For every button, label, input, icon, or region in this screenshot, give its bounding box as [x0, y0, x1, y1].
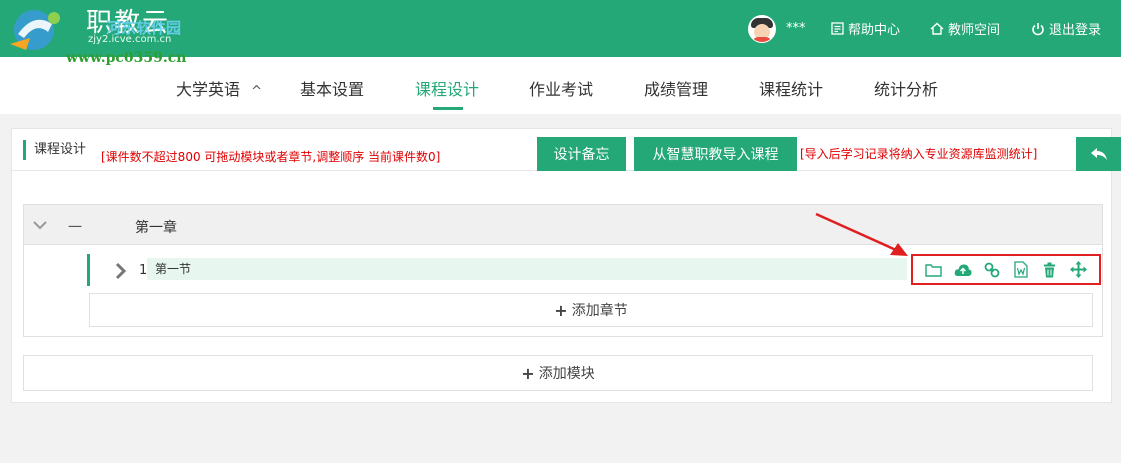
- tab-course-statistics[interactable]: 课程统计: [759, 76, 823, 100]
- user-name: ***: [786, 21, 806, 36]
- import-note: [导入后学习记录将纳入专业资源库监测统计]: [800, 147, 1038, 161]
- back-button[interactable]: [1076, 137, 1121, 171]
- cloud-upload-icon[interactable]: [954, 261, 972, 279]
- chevron-right-icon[interactable]: [115, 262, 127, 280]
- tab-basic-settings[interactable]: 基本设置: [300, 76, 364, 100]
- logo[interactable]: 职教云 zjy2.icve.com.cn 河东软件园: [0, 0, 240, 57]
- add-chapter-label: 添加章节: [571, 303, 628, 319]
- teacher-space-label: 教师空间: [948, 23, 1001, 38]
- section-row[interactable]: 1 第一节: [87, 254, 1102, 286]
- module-number: 一: [68, 220, 82, 236]
- section-title[interactable]: 第一节: [147, 258, 907, 280]
- active-tab-indicator: [433, 107, 463, 110]
- logout-label: 退出登录: [1049, 23, 1102, 38]
- panel-header: 课程设计 [课件数不超过800 可拖动模块或者章节,调整顺序 当前课件数0] 设…: [12, 129, 1121, 171]
- reply-arrow-icon: [1090, 148, 1107, 160]
- watermark-url: www.pc0359.cn: [66, 50, 187, 66]
- trash-icon[interactable]: [1041, 261, 1059, 279]
- section-drag-bar: [87, 254, 90, 286]
- plus-icon: +: [521, 363, 535, 383]
- plus-icon: +: [554, 300, 568, 320]
- tab-grade-management[interactable]: 成绩管理: [644, 76, 708, 100]
- add-module-label: 添加模块: [538, 366, 595, 382]
- watermark-site: 河东软件园: [106, 19, 182, 37]
- help-center-link[interactable]: 帮助中心: [831, 0, 900, 57]
- home-icon: [930, 22, 944, 35]
- module-title: 第一章: [135, 220, 177, 236]
- avatar: [748, 14, 776, 43]
- course-name: 大学英语: [176, 80, 241, 99]
- caret-up-icon: ^: [251, 84, 263, 99]
- add-chapter-button[interactable]: + 添加章节: [89, 293, 1093, 327]
- tab-course-design[interactable]: 课程设计: [415, 76, 479, 100]
- module-block: 一 第一章 1 第一节 + 添加章节: [23, 204, 1103, 337]
- course-design-panel: 课程设计 [课件数不超过800 可拖动模块或者章节,调整顺序 当前课件数0] 设…: [11, 128, 1121, 403]
- courseware-note: [课件数不超过800 可拖动模块或者章节,调整顺序 当前课件数0]: [101, 150, 441, 164]
- link-icon[interactable]: [983, 261, 1001, 279]
- import-course-button[interactable]: 从智慧职教导入课程: [634, 137, 797, 171]
- chevron-down-icon[interactable]: [32, 217, 48, 233]
- tab-homework-exam[interactable]: 作业考试: [529, 76, 593, 100]
- power-icon: [1032, 22, 1044, 35]
- word-doc-icon[interactable]: [1012, 261, 1030, 279]
- module-header[interactable]: 一 第一章: [24, 205, 1102, 245]
- teacher-space-link[interactable]: 教师空间: [930, 0, 1000, 57]
- design-memo-button[interactable]: 设计备忘: [537, 137, 626, 171]
- help-center-label: 帮助中心: [848, 23, 901, 38]
- course-selector[interactable]: 大学英语 ^: [176, 76, 262, 100]
- top-bar: 职教云 zjy2.icve.com.cn 河东软件园 *** 帮助中心 教师空间…: [0, 0, 1121, 57]
- user-menu[interactable]: ***: [748, 0, 806, 57]
- folder-icon[interactable]: [925, 261, 943, 279]
- section-toolbar: [911, 254, 1101, 285]
- logout-link[interactable]: 退出登录: [1031, 0, 1101, 57]
- tab-statistical-analysis[interactable]: 统计分析: [874, 76, 938, 100]
- move-icon[interactable]: [1070, 261, 1088, 279]
- add-module-button[interactable]: + 添加模块: [23, 355, 1093, 391]
- logo-icon: [10, 10, 60, 50]
- panel-title: 课程设计: [23, 140, 86, 160]
- help-doc-icon: [831, 22, 844, 35]
